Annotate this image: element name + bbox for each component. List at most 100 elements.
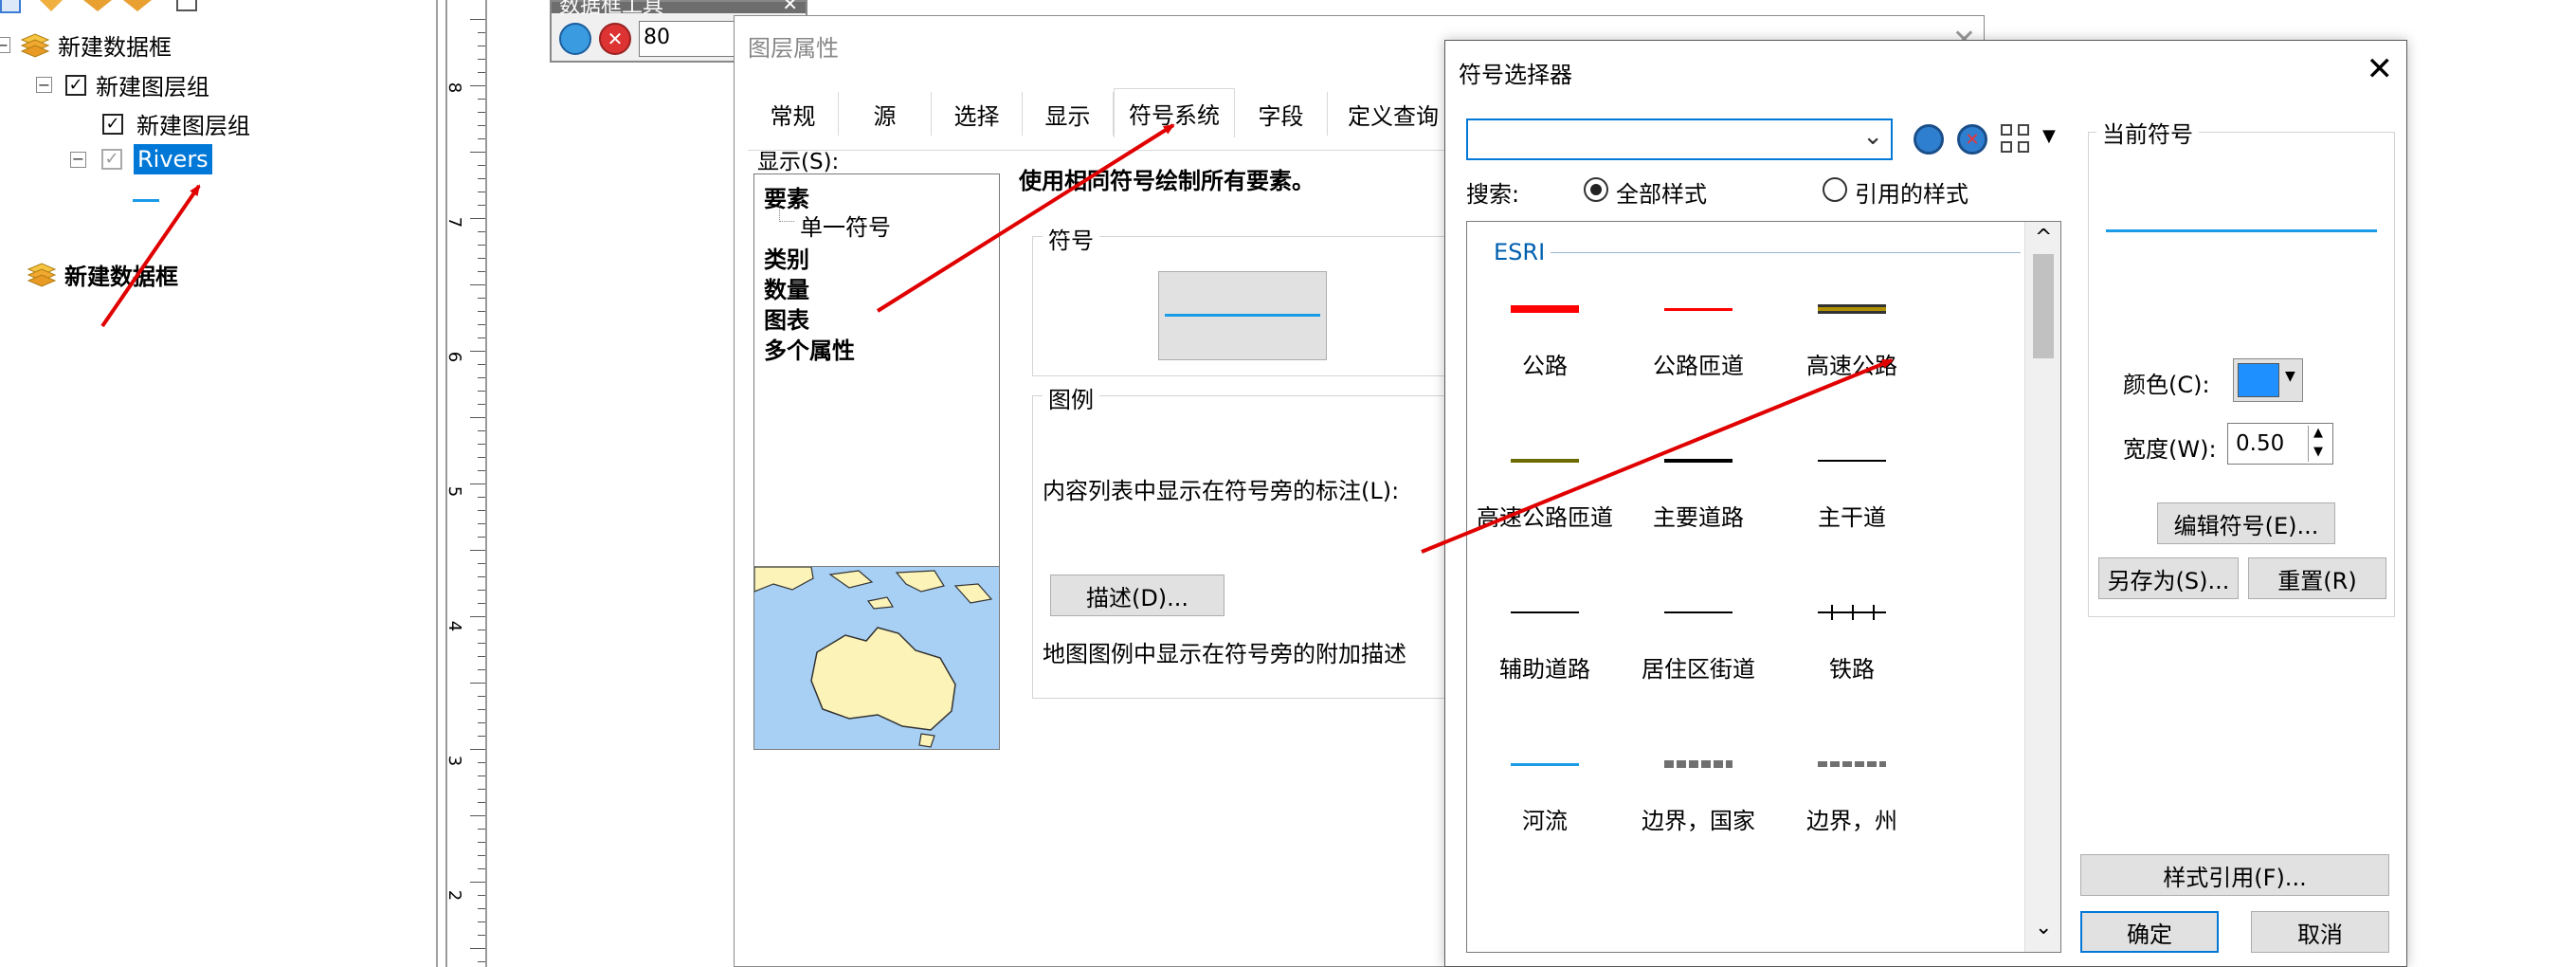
stepper-up-icon[interactable]: ▲ <box>2313 426 2323 440</box>
symbol-line <box>1818 761 1886 767</box>
tab-display[interactable]: 显示 <box>1023 92 1114 136</box>
toc-layer-rivers[interactable]: − ✓ Rivers <box>70 144 212 174</box>
close-icon[interactable]: ✕ <box>782 0 798 15</box>
tab-symbology[interactable]: 符号系统 <box>1114 88 1235 137</box>
collapse-icon[interactable]: − <box>70 151 86 168</box>
reset-button[interactable]: 重置(R) <box>2248 557 2386 599</box>
toc-layer-label-selected[interactable]: Rivers <box>134 144 212 174</box>
partial-symbol-line <box>1511 952 1579 953</box>
tree-item-charts[interactable]: 图表 <box>764 301 809 335</box>
tab-definition-query[interactable]: 定义查询 <box>1328 92 1459 136</box>
symbol-line <box>1664 760 1732 768</box>
toc-dataframe-2[interactable]: 新建数据框 <box>27 258 178 291</box>
ruler-label: 2 <box>444 889 465 902</box>
partial-symbol-line <box>1818 952 1886 953</box>
width-value: 0.50 <box>2236 431 2285 456</box>
tab-selection[interactable]: 选择 <box>932 92 1023 136</box>
list-by-selection-icon[interactable] <box>123 0 152 11</box>
symbol-item[interactable]: 高速公路 <box>1776 271 1928 423</box>
ruler-tick <box>478 643 485 644</box>
radio-all-styles[interactable] <box>1584 177 1608 202</box>
symbol-item[interactable]: 高速公路匝道 <box>1469 423 1621 575</box>
dialog-titlebar[interactable]: 符号选择器 ✕ <box>1445 41 2406 100</box>
symbol-item[interactable]: 边界，国家 <box>1623 726 1774 878</box>
view-dropdown-icon[interactable]: ▼ <box>2042 126 2056 146</box>
symbol-item[interactable]: 河流 <box>1469 726 1621 878</box>
visibility-checkbox[interactable]: ✓ <box>65 74 86 96</box>
describe-button[interactable]: 描述(D)... <box>1050 575 1225 616</box>
ruler-tick <box>478 842 485 843</box>
scrollbar-thumb[interactable] <box>2033 254 2054 358</box>
ruler-tick <box>478 404 485 405</box>
tree-item-quantities[interactable]: 数量 <box>764 271 809 304</box>
scroll-down-icon[interactable]: ⌄ <box>2035 916 2052 940</box>
layer-symbol-swatch[interactable] <box>133 199 159 202</box>
ok-button[interactable]: 确定 <box>2080 911 2219 953</box>
radio-all-label[interactable]: 全部样式 <box>1616 175 1707 209</box>
list-by-visibility-icon[interactable] <box>83 0 112 11</box>
ruler-tick <box>478 629 485 630</box>
symbol-item[interactable]: 公路 <box>1469 271 1621 423</box>
symbol-item[interactable]: 辅助道路 <box>1469 575 1621 726</box>
symbol-item[interactable]: 铁路 <box>1776 575 1928 726</box>
tab-general[interactable]: 常规 <box>748 92 839 136</box>
clear-search-icon[interactable]: ✕ <box>1957 124 1987 155</box>
toolbar-titlebar[interactable]: 数据框工具 ✕ <box>552 0 806 18</box>
save-as-button[interactable]: 另存为(S)... <box>2098 557 2239 599</box>
width-stepper[interactable]: ▲ ▼ <box>2308 426 2331 462</box>
ruler-tick <box>478 457 485 458</box>
list-by-source-icon[interactable] <box>40 0 63 11</box>
tab-fields[interactable]: 字段 <box>1235 92 1328 136</box>
width-input[interactable]: 0.50 ▲ ▼ <box>2227 423 2333 465</box>
ruler-tick <box>478 576 485 577</box>
chevron-down-icon[interactable]: ⌄ <box>1862 122 1883 151</box>
ruler-tick <box>470 218 485 219</box>
stepper-down-icon[interactable]: ▼ <box>2313 445 2323 459</box>
toc-grouplayer-2[interactable]: ✓ 新建图层组 <box>102 107 250 140</box>
options-icon[interactable] <box>176 0 197 11</box>
tree-item-multiple-attributes[interactable]: 多个属性 <box>764 332 855 365</box>
color-picker-button[interactable]: ▼ <box>2233 358 2303 402</box>
collapse-icon[interactable]: − <box>36 77 52 93</box>
symbol-item[interactable]: 边界，州 <box>1776 726 1928 878</box>
tree-item-categories[interactable]: 类别 <box>764 241 809 274</box>
symbol-item[interactable]: 主要道路 <box>1623 423 1774 575</box>
tree-item-single-symbol[interactable]: 单一符号 <box>800 209 891 242</box>
ruler-tick <box>478 789 485 790</box>
close-icon[interactable]: ✕ <box>2367 50 2394 88</box>
toc-dataframe-1[interactable]: − 新建数据框 <box>0 28 172 62</box>
scroll-up-icon[interactable]: ^ <box>2035 226 2052 249</box>
symbol-item[interactable]: 公路匝道 <box>1623 271 1774 423</box>
toc-grouplayer-label[interactable]: 新建图层组 <box>96 68 209 101</box>
ruler-tick <box>478 364 485 365</box>
radio-referenced-styles[interactable] <box>1823 177 1847 202</box>
symbol-label: 高速公路 <box>1806 353 1897 379</box>
toc-grouplayer-1[interactable]: − ✓ 新建图层组 <box>36 68 209 101</box>
toc-dataframe-label[interactable]: 新建数据框 <box>64 258 178 291</box>
search-combobox[interactable]: ⌄ <box>1466 119 1893 160</box>
collapse-icon[interactable]: − <box>0 37 10 53</box>
radio-ref-label[interactable]: 引用的样式 <box>1855 175 1968 209</box>
edit-symbol-button[interactable]: 编辑符号(E)... <box>2157 502 2335 544</box>
visibility-checkbox[interactable]: ✓ <box>101 149 122 170</box>
cancel-button[interactable]: 取消 <box>2251 911 2389 953</box>
tab-source[interactable]: 源 <box>839 92 932 136</box>
list-by-drawing-order-icon[interactable] <box>0 0 21 13</box>
ruler-tick <box>470 749 485 750</box>
ruler-tick <box>478 430 485 431</box>
view-options-icon[interactable] <box>2001 124 2033 155</box>
symbol-preview-line <box>1165 314 1320 317</box>
visibility-checkbox[interactable]: ✓ <box>102 113 123 135</box>
toc-dataframe-label[interactable]: 新建数据框 <box>58 28 172 62</box>
symbol-item[interactable]: 主干道 <box>1776 423 1928 575</box>
search-icon[interactable] <box>1914 124 1944 155</box>
gallery-scrollbar[interactable]: ^ ⌄ <box>2024 222 2060 952</box>
toc-grouplayer-label[interactable]: 新建图层组 <box>136 107 250 140</box>
symbol-line <box>1511 305 1579 313</box>
symbol-item[interactable]: 居住区街道 <box>1623 575 1774 726</box>
ruler-tick <box>470 417 485 418</box>
style-references-button[interactable]: 样式引用(F)... <box>2080 854 2389 896</box>
zoom-in-fixed-icon[interactable] <box>559 23 591 55</box>
symbol-preview-button[interactable] <box>1158 271 1327 360</box>
clear-zoom-icon[interactable]: ✕ <box>599 23 631 55</box>
